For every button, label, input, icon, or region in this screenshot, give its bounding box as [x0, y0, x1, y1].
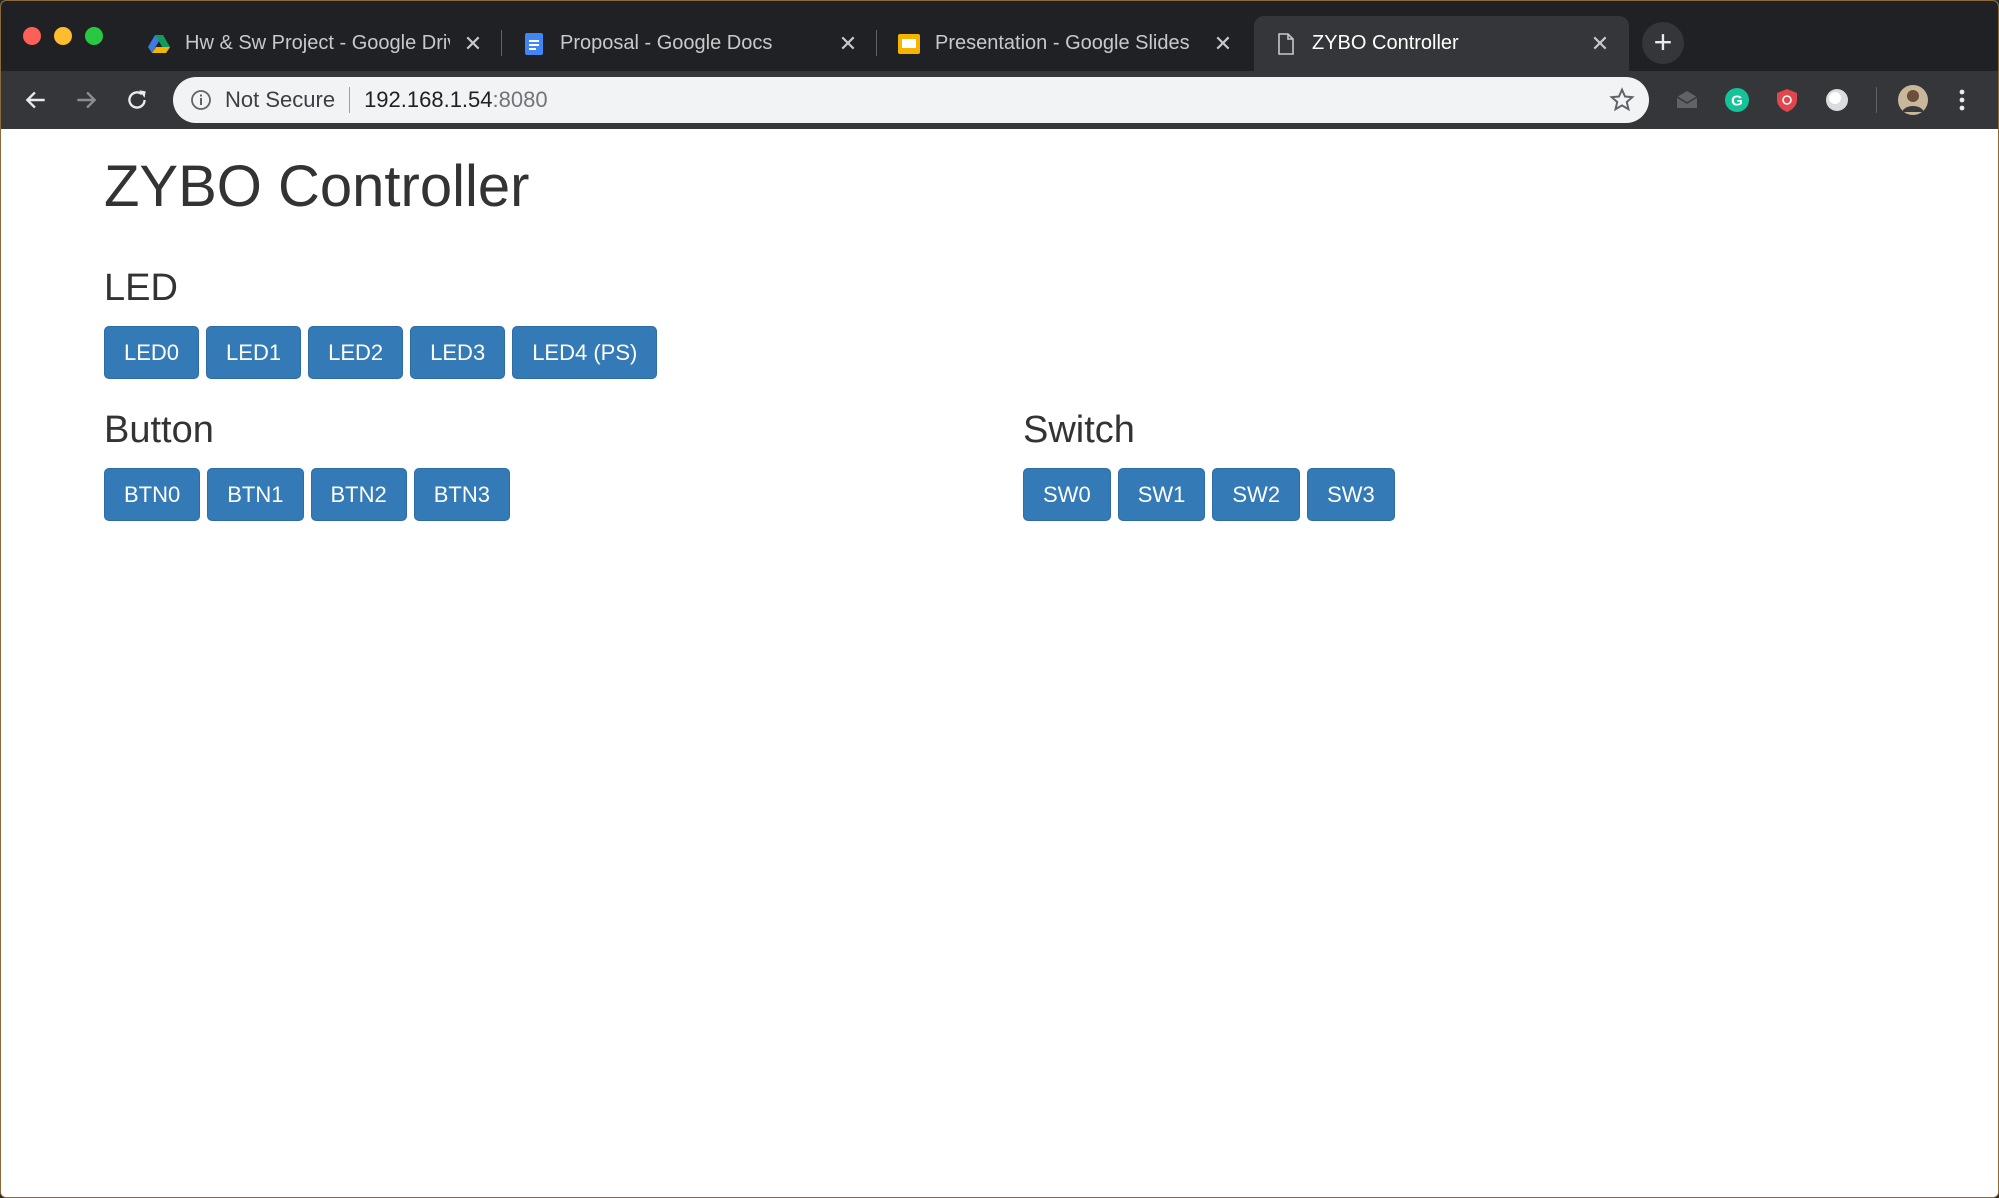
led1-button[interactable]: LED1	[206, 326, 302, 379]
google-docs-icon	[525, 32, 543, 55]
window-controls	[23, 27, 103, 45]
page-icon	[1278, 32, 1294, 55]
tab-close-icon[interactable]: ✕	[1589, 32, 1611, 55]
led-heading: LED	[104, 267, 178, 309]
grammarly-icon[interactable]: G	[1723, 86, 1751, 114]
reload-button[interactable]	[118, 81, 156, 119]
btn-button-group: BTN0 BTN1 BTN2 BTN3	[104, 468, 510, 521]
tab-strip: Hw & Sw Project - Google Driv ✕ Proposal…	[1, 1, 1998, 71]
tab-google-docs[interactable]: Proposal - Google Docs ✕	[502, 16, 877, 71]
google-slides-icon	[898, 33, 920, 54]
tab-close-icon[interactable]: ✕	[1212, 32, 1234, 55]
maximize-window-button[interactable]	[85, 27, 103, 45]
url-host: 192.168.1.54	[364, 87, 493, 112]
led3-button[interactable]: LED3	[410, 326, 506, 379]
btn2-button[interactable]: BTN2	[310, 468, 407, 521]
browser-window: Hw & Sw Project - Google Driv ✕ Proposal…	[0, 0, 1999, 1198]
led-button-group: LED0 LED1 LED2 LED3 LED4 (PS)	[104, 326, 658, 379]
led0-button[interactable]: LED0	[104, 326, 200, 379]
tab-title: Hw & Sw Project - Google Driv	[185, 32, 450, 54]
btn3-button[interactable]: BTN3	[413, 468, 510, 521]
switch-heading: Switch	[1023, 409, 1135, 451]
mail-extension-icon[interactable]	[1673, 86, 1701, 114]
sw1-button[interactable]: SW1	[1117, 468, 1206, 521]
forward-button[interactable]	[67, 81, 105, 119]
switch-section: Switch SW0 SW1 SW2 SW3	[1023, 409, 1395, 521]
close-window-button[interactable]	[23, 27, 41, 45]
arrow-left-icon	[25, 91, 45, 109]
tab-title: Proposal - Google Docs	[560, 32, 773, 54]
sw0-button[interactable]: SW0	[1023, 468, 1111, 521]
info-icon[interactable]	[189, 88, 213, 112]
tab-title: Presentation - Google Slides	[935, 32, 1190, 54]
more-options-icon[interactable]	[1952, 86, 1972, 114]
page-content: ZYBO Controller LED LED0 LED1 LED2 LED3 …	[1, 129, 1998, 1197]
btn0-button[interactable]: BTN0	[104, 468, 201, 521]
address-divider	[349, 87, 351, 113]
button-section: Button BTN0 BTN1 BTN2 BTN3	[104, 409, 510, 521]
btn1-button[interactable]: BTN1	[207, 468, 304, 521]
tab-title: ZYBO Controller	[1312, 32, 1459, 54]
button-heading: Button	[104, 409, 214, 451]
profile-avatar[interactable]	[1897, 84, 1929, 116]
page-title: ZYBO Controller	[104, 154, 530, 219]
browser-toolbar: Not Secure 192.168.1.54:8080 G	[1, 71, 1998, 129]
led4-ps-button[interactable]: LED4 (PS)	[512, 326, 658, 379]
tab-google-slides[interactable]: Presentation - Google Slides ✕	[877, 16, 1252, 71]
shield-icon[interactable]	[1773, 86, 1801, 114]
tab-zybo-controller[interactable]: ZYBO Controller ✕	[1254, 16, 1629, 71]
minimize-window-button[interactable]	[54, 27, 72, 45]
google-drive-icon	[148, 34, 170, 53]
address-bar[interactable]: Not Secure 192.168.1.54:8080	[173, 77, 1649, 123]
sw2-button[interactable]: SW2	[1212, 468, 1301, 521]
new-tab-button[interactable]: +	[1642, 22, 1684, 64]
tab-close-icon[interactable]: ✕	[837, 32, 859, 55]
led-section: LED LED0 LED1 LED2 LED3 LED4 (PS)	[104, 267, 658, 379]
circle-extension-icon[interactable]	[1823, 86, 1851, 114]
tab-google-drive[interactable]: Hw & Sw Project - Google Driv ✕	[127, 16, 502, 71]
back-button[interactable]	[17, 81, 55, 119]
sw3-button[interactable]: SW3	[1307, 468, 1395, 521]
led2-button[interactable]: LED2	[308, 326, 404, 379]
switch-button-group: SW0 SW1 SW2 SW3	[1023, 468, 1395, 521]
tab-close-icon[interactable]: ✕	[462, 32, 484, 55]
svg-text:G: G	[1731, 93, 1743, 110]
bookmark-star-icon[interactable]	[1609, 87, 1635, 113]
toolbar-divider	[1876, 87, 1877, 113]
arrow-right-icon	[77, 91, 97, 109]
security-label: Not Secure	[225, 87, 336, 112]
reload-icon	[128, 90, 146, 109]
url-port: :8080	[492, 87, 548, 112]
